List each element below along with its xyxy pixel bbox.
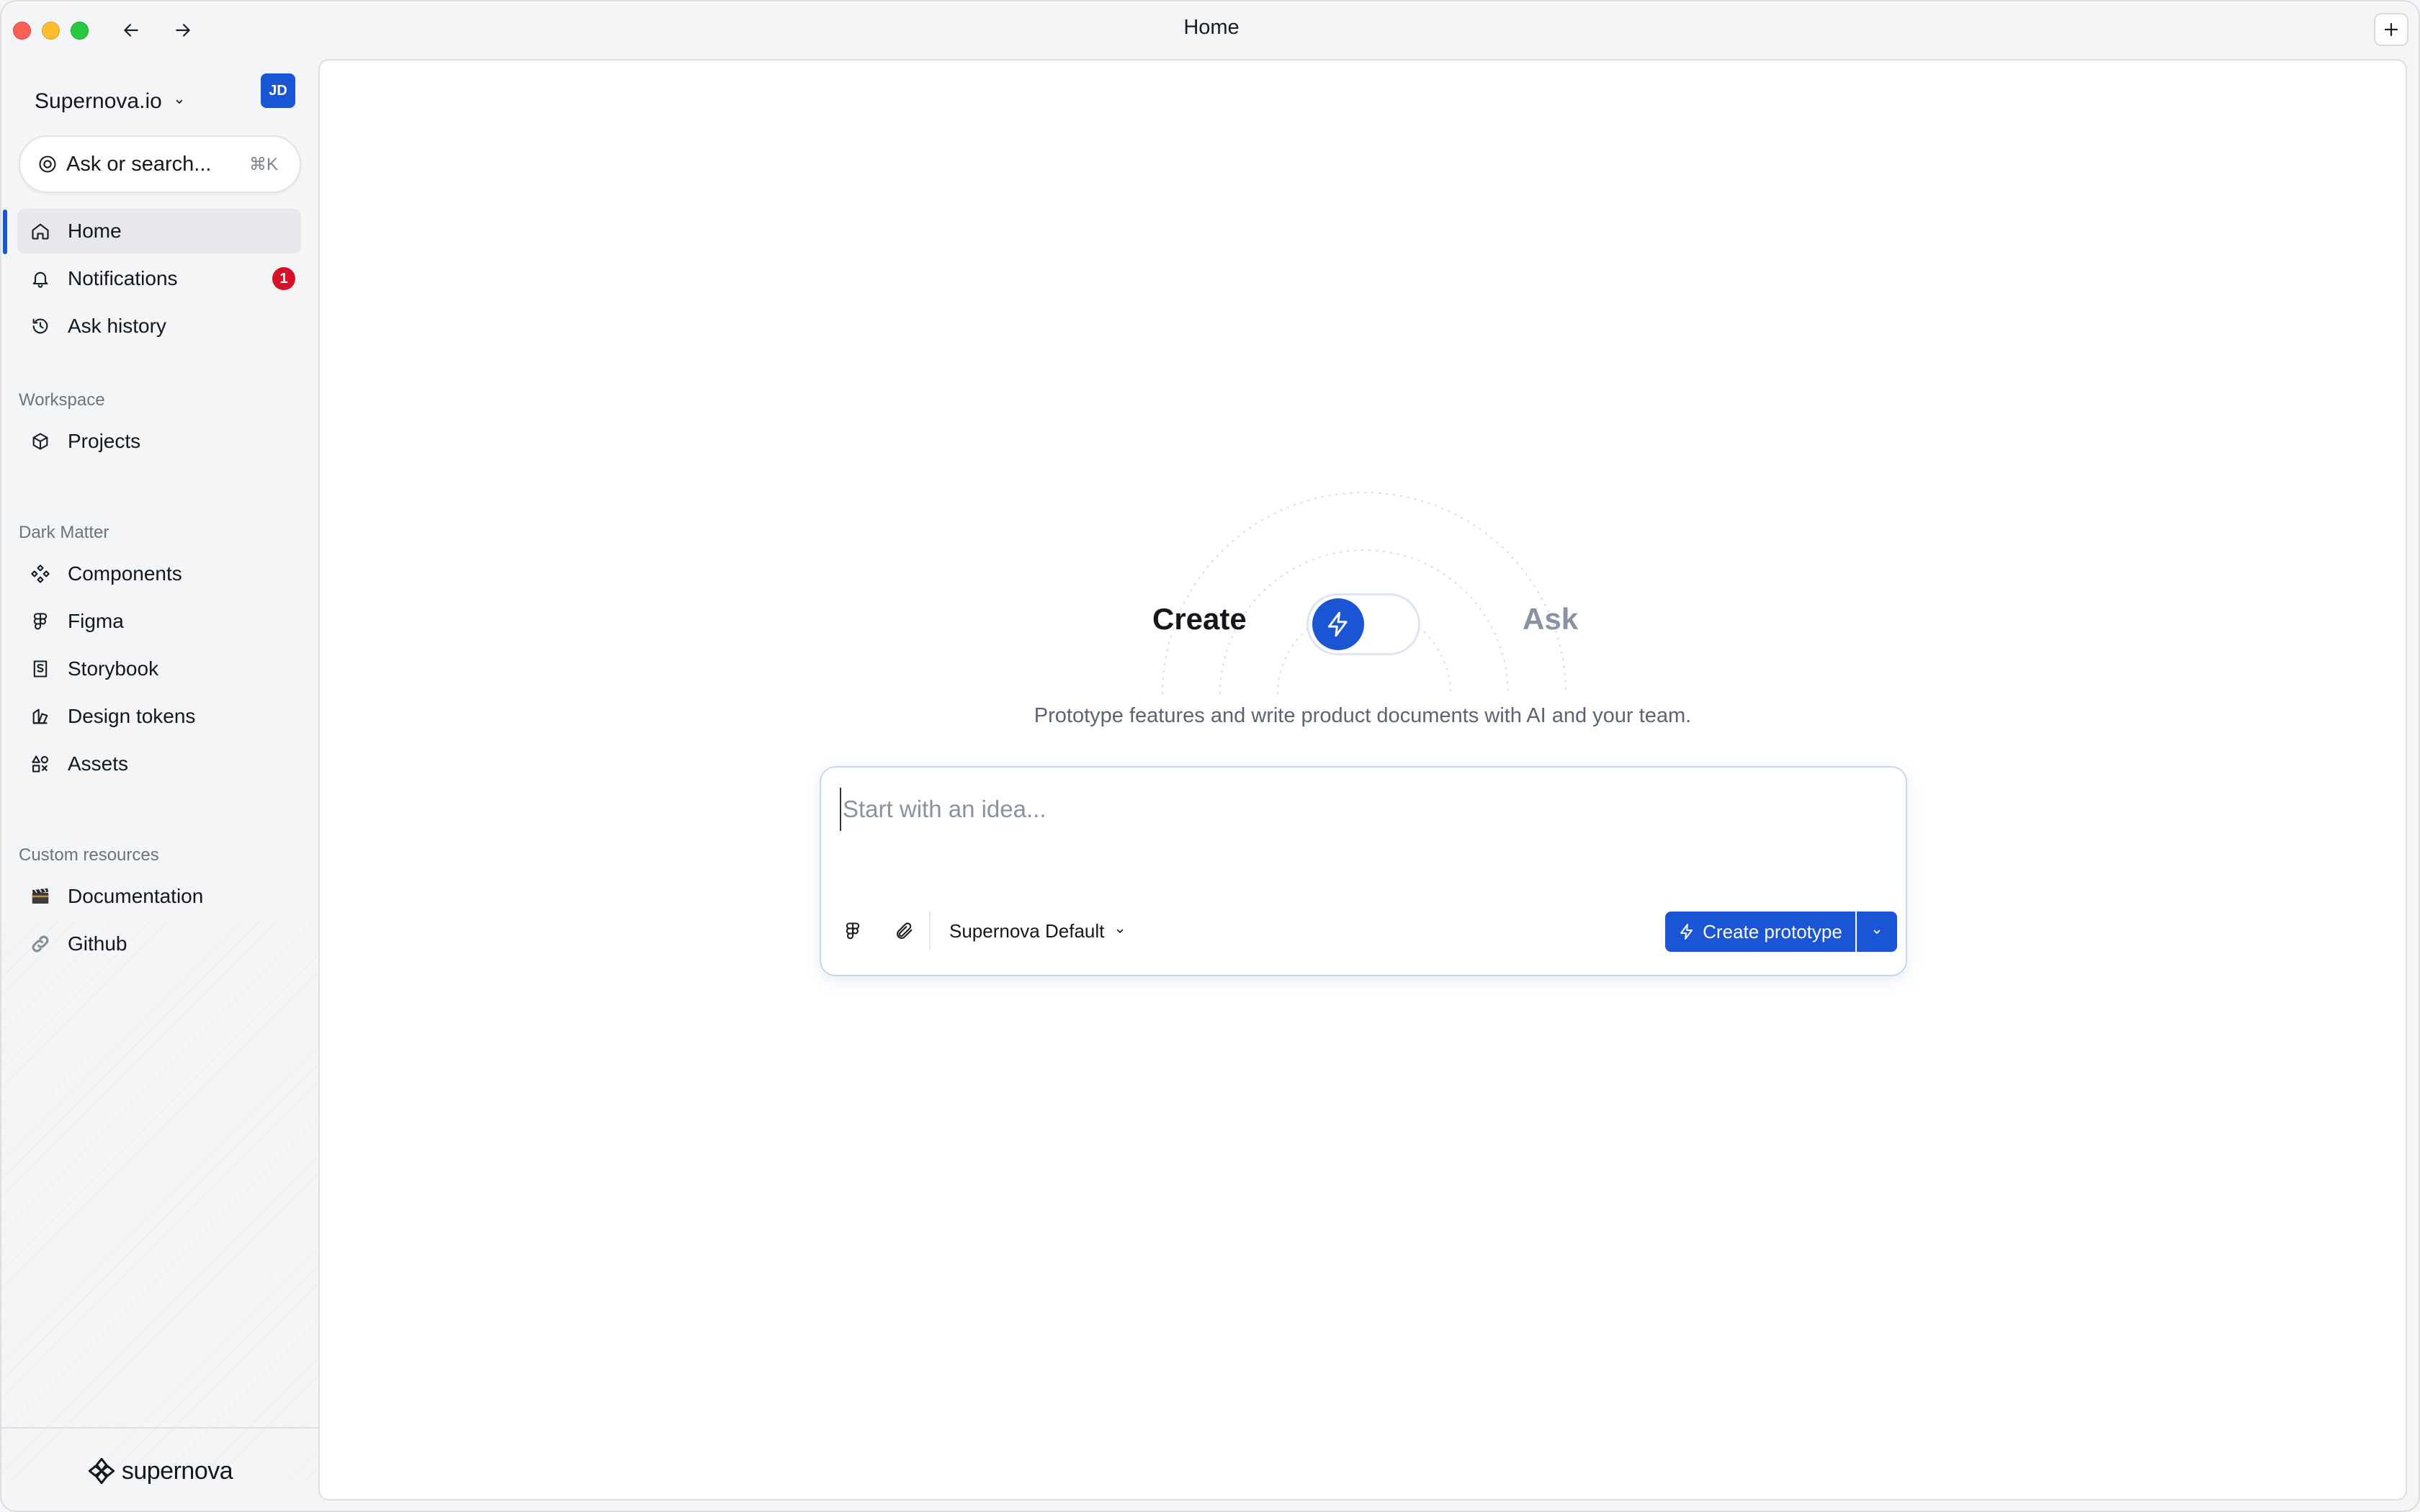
page-subtitle: Prototype features and write product doc… [1034,704,1692,727]
mode-create-label[interactable]: Create [1152,602,1247,636]
sidebar-item-label: Figma [68,610,124,632]
sidebar-item-label: Github [68,932,127,955]
main-content: Create Ask Prototype features and write … [318,59,2407,1500]
sidebar-item-label: Storybook [68,657,159,680]
chevron-down-icon [1117,929,1124,933]
sidebar-item-label: Ask history [68,315,166,337]
sidebar-item-design-tokens[interactable]: Design tokens [17,694,301,739]
search-shortcut: ⌘K [248,154,278,174]
app-window: Home Supernova.io JD Ask or search... ⌘K… [0,0,2420,1512]
toggle-knob [1312,598,1364,650]
ai-spark-icon [39,156,56,173]
components-icon [31,564,50,583]
section-title-dark-matter: Dark Matter [19,523,109,542]
create-prototype-button[interactable]: Create prototype [1665,912,1855,952]
sidebar-item-label: Home [68,220,122,242]
sidebar-item-storybook[interactable]: Storybook [17,647,301,691]
sidebar-item-label: Assets [68,752,129,775]
section-title-workspace: Workspace [19,390,105,410]
paperclip-icon [897,922,913,939]
sidebar-item-documentation[interactable]: Documentation [17,874,301,919]
sidebar-item-home[interactable]: Home [17,209,301,253]
assets-icon [32,755,48,773]
sidebar-footer: supernova [1,1427,318,1511]
chevron-down-icon [176,99,182,104]
lightning-icon [1680,924,1693,940]
toolbar-divider [929,912,931,950]
prompt-input[interactable] [840,788,1851,831]
figma-icon [846,922,860,940]
plus-icon [2384,22,2398,37]
window-title: Home [1183,16,1240,39]
search-input[interactable]: Ask or search... ⌘K [19,135,301,193]
sidebar-item-label: Projects [68,430,141,452]
chevron-down-icon [1873,930,1881,934]
clapperboard-emoji-icon [32,888,49,904]
title-bar: Home [1,1,2419,58]
org-switcher[interactable]: Supernova.io [35,76,185,127]
storybook-icon [33,660,48,678]
sidebar-item-label: Documentation [68,885,204,907]
sidebar-item-label: Design tokens [68,705,196,727]
prompt-composer: Supernova Default Create prototype [820,766,1907,976]
figma-import-button[interactable] [838,917,867,945]
sidebar-pattern [1,922,318,1483]
supernova-logo-icon [88,1457,115,1485]
sidebar-item-projects[interactable]: Projects [17,419,301,464]
lightning-icon [1327,611,1348,637]
model-select[interactable]: Supernova Default [949,914,1126,948]
avatar[interactable]: JD [261,73,295,108]
bell-icon [32,271,48,288]
brand-logo[interactable]: supernova [87,1457,233,1485]
brand-name: supernova [121,1457,233,1485]
create-prototype-label: Create prototype [1703,920,1842,942]
sidebar-item-github[interactable]: Github [17,922,301,966]
sidebar-item-ask-history[interactable]: Ask history [17,304,301,348]
search-label: Ask or search... [66,152,212,176]
decorative-rings [1162,492,1567,695]
mode-toggle[interactable] [1307,593,1420,655]
org-name: Supernova.io [35,89,162,113]
attach-button[interactable] [890,917,919,945]
sidebar-item-notifications[interactable]: Notifications 1 [17,256,301,301]
cube-icon [32,433,48,450]
active-indicator [3,210,7,254]
sidebar-item-assets[interactable]: Assets [17,742,301,786]
notification-badge: 1 [272,267,295,290]
sidebar: Supernova.io JD Ask or search... ⌘K Home… [1,58,318,1511]
figma-icon [33,613,48,630]
sidebar-item-label: Components [68,562,182,585]
mode-switch: Create Ask [1124,586,1605,658]
new-tab-button[interactable] [2374,13,2408,46]
sidebar-item-label: Notifications [68,267,178,289]
design-tokens-icon [32,708,48,724]
section-title-custom-resources: Custom resources [19,845,159,865]
link-emoji-icon [32,935,49,953]
sidebar-item-figma[interactable]: Figma [17,599,301,644]
mode-ask-label[interactable]: Ask [1523,602,1578,636]
home-icon [32,223,49,240]
history-icon [32,318,48,334]
sidebar-item-components[interactable]: Components [17,552,301,596]
create-options-dropdown[interactable] [1857,912,1897,952]
model-select-value: Supernova Default [949,919,1105,942]
